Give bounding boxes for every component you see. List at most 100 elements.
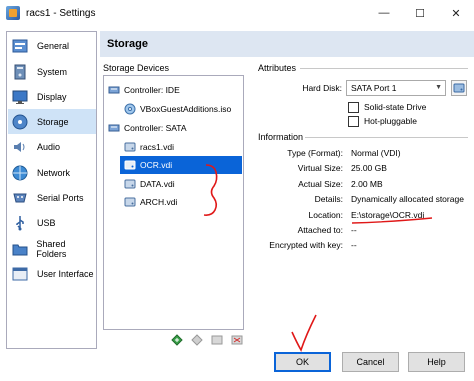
sidebar-item-label: Serial Ports: [37, 192, 84, 203]
cancel-button[interactable]: Cancel: [342, 352, 399, 372]
hard-disk-icon: [124, 159, 136, 171]
storage-tree-toolbar: [170, 333, 244, 347]
user-interface-icon: [11, 265, 29, 283]
system-icon: [11, 63, 29, 81]
general-icon: [11, 37, 29, 55]
sidebar-item-label: Display: [37, 91, 67, 102]
title-bar: racs1 - Settings — ☐ ✕: [0, 0, 474, 26]
tree-item-arch-vdi[interactable]: ARCH.vdi: [124, 193, 243, 211]
storage-tree[interactable]: Controller: IDE VBoxGuestAdditions.iso C…: [103, 75, 244, 330]
tree-item-ocr-vdi[interactable]: OCR.vdi: [120, 156, 242, 174]
sidebar-item-general[interactable]: General: [8, 33, 96, 58]
network-icon: [11, 164, 29, 182]
tree-item-label: ARCH.vdi: [140, 197, 178, 207]
virtualbox-app-icon: [6, 6, 20, 20]
sidebar-item-system[interactable]: System: [8, 59, 96, 84]
hard-disk-select[interactable]: SATA Port 1 ▼: [346, 80, 446, 96]
add-attachment-icon[interactable]: [210, 333, 224, 347]
sidebar-item-serial-ports[interactable]: Serial Ports: [8, 185, 96, 210]
hard-disk-icon: [453, 83, 465, 93]
ok-button[interactable]: OK: [274, 352, 331, 372]
virtual-size-value: 25.00 GB: [351, 163, 387, 173]
hard-disk-icon: [124, 141, 136, 153]
remove-controller-icon[interactable]: [190, 333, 204, 347]
solid-state-checkbox[interactable]: [348, 102, 359, 113]
window-title: racs1 - Settings: [26, 7, 96, 19]
attributes-divider: [300, 68, 468, 69]
hard-disk-icon: [124, 178, 136, 190]
sidebar-item-storage[interactable]: Storage: [8, 109, 96, 134]
attributes-label: Attributes: [258, 63, 297, 73]
sidebar-item-label: General: [37, 40, 70, 51]
audio-icon: [11, 138, 29, 156]
type-format-value: Normal (VDI): [351, 148, 401, 158]
solid-state-label: Solid-state Drive: [364, 102, 427, 112]
tree-item-label: Controller: IDE: [124, 85, 180, 95]
chevron-down-icon: ▼: [435, 84, 442, 91]
location-value: E:\storage\OCR.vdi: [351, 210, 425, 220]
sidebar-item-label: Storage: [37, 116, 69, 127]
actual-size-value: 2.00 MB: [351, 179, 383, 189]
tree-item-vboxguestadditions[interactable]: VBoxGuestAdditions.iso: [124, 100, 243, 118]
tree-item-label: racs1.vdi: [140, 142, 175, 152]
sidebar-item-usb[interactable]: USB: [8, 210, 96, 235]
attached-to-value: --: [351, 225, 357, 235]
tree-item-label: Controller: SATA: [124, 123, 187, 133]
optical-disc-icon: [124, 103, 136, 115]
hard-disk-label: Hard Disk:: [302, 83, 342, 93]
details-value: Dynamically allocated storage: [351, 194, 464, 204]
encrypted-with-key-label: Encrypted with key:: [269, 240, 343, 250]
information-divider: [305, 137, 468, 138]
sidebar-item-display[interactable]: Display: [8, 84, 96, 109]
tree-item-controller-sata[interactable]: Controller: SATA: [108, 119, 243, 137]
display-icon: [11, 88, 29, 106]
ide-controller-icon: [108, 84, 120, 96]
tree-item-label: OCR.vdi: [140, 160, 173, 170]
tree-item-label: DATA.vdi: [140, 179, 175, 189]
remove-attachment-icon[interactable]: [230, 333, 244, 347]
tree-item-racs1-vdi[interactable]: racs1.vdi: [124, 138, 243, 156]
tree-item-label: VBoxGuestAdditions.iso: [140, 104, 232, 114]
hard-disk-value: SATA Port 1: [351, 83, 397, 93]
sidebar-item-label: USB: [37, 217, 56, 228]
usb-icon: [11, 214, 29, 232]
type-format-label: Type (Format):: [287, 148, 343, 158]
maximize-button[interactable]: ☐: [402, 0, 438, 26]
choose-disk-button[interactable]: [451, 80, 467, 96]
tree-item-controller-ide[interactable]: Controller: IDE: [108, 81, 243, 99]
sidebar-item-shared-folders[interactable]: Shared Folders: [8, 236, 96, 261]
hot-pluggable-label: Hot-pluggable: [364, 116, 417, 126]
location-label: Location:: [308, 210, 344, 220]
add-controller-icon[interactable]: [170, 333, 184, 347]
sidebar-item-label: User Interface: [37, 268, 94, 279]
details-label: Details:: [314, 194, 343, 204]
sata-controller-icon: [108, 122, 120, 134]
encrypted-with-key-value: --: [351, 240, 357, 250]
sidebar-item-label: System: [37, 66, 68, 77]
help-button[interactable]: Help: [408, 352, 465, 372]
minimize-button[interactable]: —: [366, 0, 402, 26]
serial-ports-icon: [11, 189, 29, 207]
tree-item-data-vdi[interactable]: DATA.vdi: [124, 175, 243, 193]
virtual-size-label: Virtual Size:: [297, 163, 343, 173]
annotation-checkmark: [291, 314, 317, 352]
sidebar-item-network[interactable]: Network: [8, 160, 96, 185]
sidebar-item-label: Audio: [37, 141, 61, 152]
page-header: Storage: [100, 31, 474, 57]
sidebar-item-label: Shared Folders: [36, 238, 67, 259]
sidebar-item-label: Network: [37, 167, 71, 178]
close-button[interactable]: ✕: [438, 0, 474, 26]
storage-icon: [11, 113, 29, 131]
settings-sidebar: General System Display Storage Audio Net…: [6, 31, 97, 349]
information-label: Information: [258, 132, 304, 142]
attached-to-label: Attached to:: [297, 225, 343, 235]
shared-folders-icon: [11, 240, 28, 258]
hard-disk-icon: [124, 196, 136, 208]
sidebar-item-user-interface[interactable]: User Interface: [8, 261, 96, 286]
page-title: Storage: [107, 38, 148, 50]
sidebar-item-audio[interactable]: Audio: [8, 134, 96, 159]
actual-size-label: Actual Size:: [298, 179, 343, 189]
window-controls: — ☐ ✕: [366, 0, 474, 26]
storage-devices-label: Storage Devices: [103, 63, 170, 73]
hot-pluggable-checkbox[interactable]: [348, 116, 359, 127]
